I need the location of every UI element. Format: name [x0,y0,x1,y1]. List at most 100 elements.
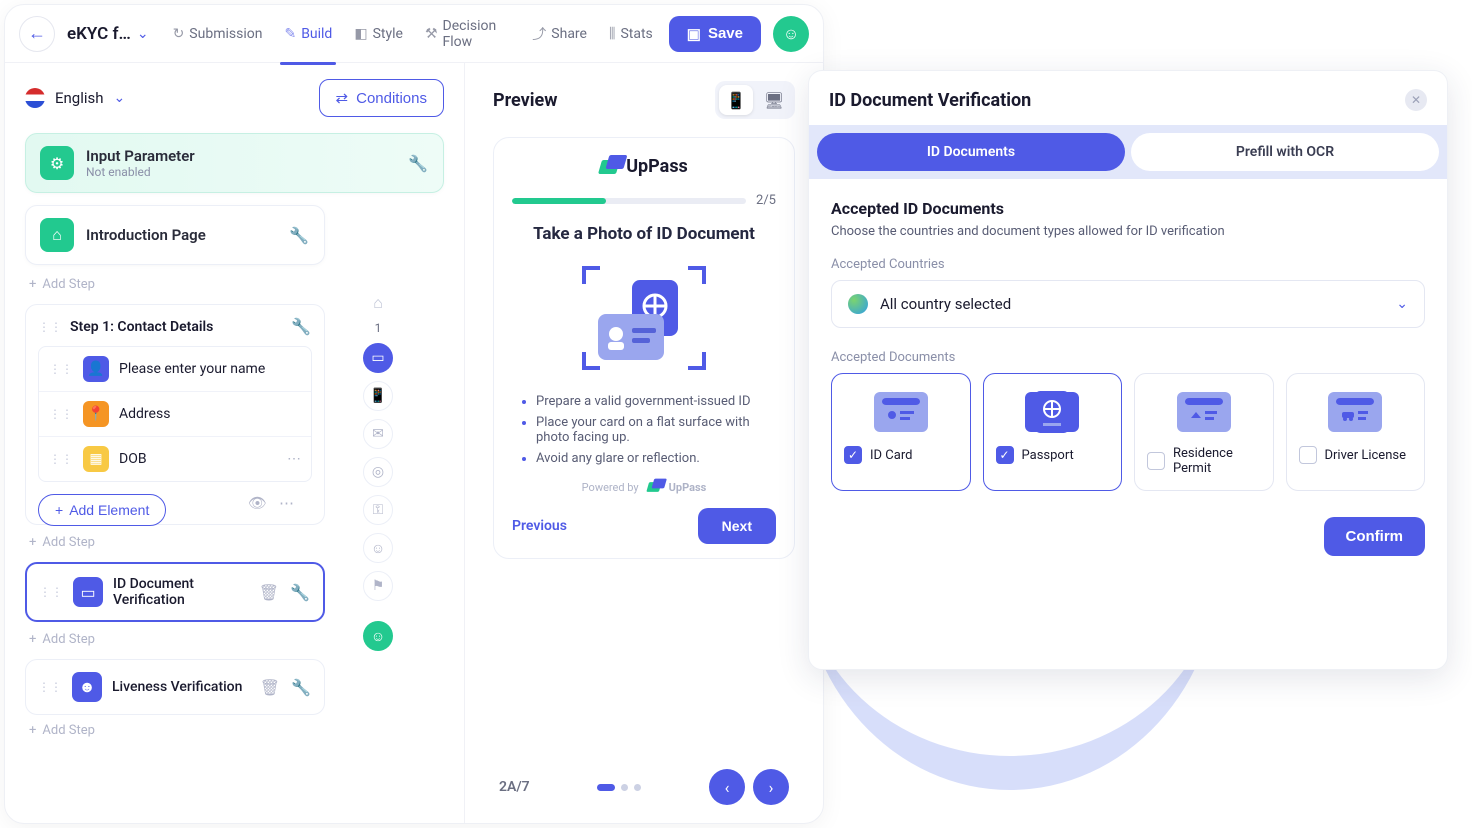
field-label: Address [119,406,170,422]
user-icon: ☺ [783,24,799,44]
add-element-label: Add Element [69,502,149,518]
field-label: DOB [119,451,147,467]
doc-row: Driver License [1299,446,1413,464]
device-mobile-button[interactable]: 📱 [719,85,753,115]
rail-dot-phone[interactable]: 📱 [363,381,393,411]
progress-fill [512,198,606,204]
checkbox[interactable]: ✓ [996,446,1014,464]
checkbox[interactable] [1147,452,1165,470]
tab-label: Stats [620,26,652,42]
rail-dot-user[interactable]: ☺ [363,533,393,563]
drag-handle-icon[interactable]: ⋮⋮ [38,320,62,334]
tab-stats[interactable]: ⫼Stats [599,20,663,48]
wrench-icon[interactable]: 🔧 [407,154,429,173]
rail-dot-card[interactable]: ▭ [363,343,393,373]
drag-handle-icon[interactable]: ⋮⋮ [49,362,73,376]
doc-driver-license[interactable]: Driver License [1286,373,1426,491]
tab-style[interactable]: ◧Style [344,20,413,48]
step-liveness-verification[interactable]: ⋮⋮ ☻ Liveness Verification 🗑 🔧 [25,659,325,715]
add-step-label: Add Step [42,277,95,292]
drag-handle-icon[interactable]: ⋮⋮ [39,585,63,599]
pager-prev-button[interactable]: ‹ [709,769,745,805]
countries-select[interactable]: All country selected ⌄ [831,280,1425,328]
wrench-icon[interactable]: 🔧 [288,226,310,245]
tab-label: Submission [189,26,262,42]
seg-id-documents[interactable]: ID Documents [817,133,1125,171]
conditions-label: Conditions [356,90,427,107]
doc-id-card[interactable]: ✓ ID Card [831,373,971,491]
rail-dot-bank[interactable]: ⚿ [363,495,393,525]
more-icon[interactable]: ⋯ [287,451,301,467]
flag-icon [25,88,45,108]
drag-handle-icon[interactable]: ⋮⋮ [49,452,73,466]
rail-dot-mail[interactable]: ✉ [363,419,393,449]
language-select[interactable]: English ⌄ [25,88,125,108]
eye-icon[interactable]: 👁 [248,494,267,512]
add-element-button[interactable]: + Add Element [38,494,166,526]
introduction-page-card[interactable]: ⌂ Introduction Page 🔧 [25,205,325,265]
step-id-document-verification[interactable]: ⋮⋮ ▭ ID Document Verification 🗑 🔧 [25,562,325,622]
pager-text: 2A/7 [499,779,530,795]
build-icon: ✎ [284,26,296,42]
field-name[interactable]: ⋮⋮ 👤 Please enter your name [39,347,311,391]
add-step-button[interactable]: +Add Step [29,723,440,738]
drag-handle-icon[interactable]: ⋮⋮ [38,680,62,694]
previous-button[interactable]: Previous [512,518,567,534]
doc-row: ✓ ID Card [844,446,958,464]
checkbox[interactable] [1299,446,1317,464]
field-address[interactable]: ⋮⋮ 📍 Address [39,391,311,436]
wrench-icon[interactable]: 🔧 [290,317,312,336]
pager-next-button[interactable]: › [753,769,789,805]
wrench-icon[interactable]: 🔧 [290,678,312,697]
doc-passport[interactable]: ✓ Passport [983,373,1123,491]
drag-handle-icon[interactable]: ⋮⋮ [49,407,73,421]
confirm-button[interactable]: Confirm [1324,517,1426,556]
home-icon[interactable]: ⌂ [373,293,383,313]
save-button[interactable]: ▣ Save [669,16,761,52]
doc-label: Residence Permit [1173,446,1261,476]
rail-dot-location[interactable]: ◎ [363,457,393,487]
plus-icon: + [29,535,36,550]
field-label: Please enter your name [119,361,265,377]
wrench-icon[interactable]: 🔧 [289,583,311,602]
checkbox[interactable]: ✓ [844,446,862,464]
chevron-down-icon: ⌄ [137,26,149,42]
device-desktop-button[interactable]: 🖥 [757,85,791,115]
chevron-down-icon: ⌄ [114,90,126,106]
field-dob[interactable]: ⋮⋮ ▦ DOB ⋯ [39,436,311,481]
add-step-button[interactable]: +Add Step [29,277,440,292]
conditions-button[interactable]: ⇄ Conditions [319,79,444,117]
rail-dot-end[interactable]: ☺ [363,621,393,651]
project-selector[interactable]: eKYC f… ⌄ [67,24,149,44]
brand-logo-icon [598,160,620,174]
phone-nav: Previous Next [512,508,776,544]
avatar-button[interactable]: ☺ [773,16,809,52]
step-contact-details[interactable]: ⋮⋮ Step 1: Contact Details 🔧 ⋮⋮ 👤 Please… [25,304,325,525]
close-button[interactable]: ✕ [1405,89,1427,111]
calendar-icon: ▦ [83,446,109,472]
doc-label: Driver License [1325,448,1406,463]
next-button[interactable]: Next [698,508,776,544]
tab-decision-flow[interactable]: ⚒Decision Flow [415,12,520,56]
step-label: ID Document Verification [113,576,249,608]
brand-name: UpPass [669,481,707,494]
trash-icon[interactable]: 🗑 [259,583,279,602]
tab-label: Decision Flow [443,18,511,50]
id-card-icon [874,392,928,432]
rail-dot-flag[interactable]: ⚑ [363,571,393,601]
tab-submission[interactable]: ↻Submission [163,20,273,48]
builder-pane: English ⌄ ⇄ Conditions ⚙ Input Parameter… [5,63,465,823]
input-parameter-card[interactable]: ⚙ Input Parameter Not enabled 🔧 [25,133,444,193]
back-button[interactable]: ← [19,16,55,52]
driver-license-icon [1328,392,1382,432]
more-icon[interactable]: ⋯ [279,494,294,512]
seg-prefill-ocr[interactable]: Prefill with OCR [1131,133,1439,171]
instruction-bullets: Prepare a valid government-issued ID Pla… [518,394,770,466]
trash-icon[interactable]: 🗑 [260,678,280,697]
dot [621,784,628,791]
brand-name: UpPass [626,156,688,177]
tab-build[interactable]: ✎Build [274,20,342,48]
tab-share[interactable]: ⤴Share [522,18,597,50]
panel-body: Accepted ID Documents Choose the countri… [809,179,1447,511]
doc-residence-permit[interactable]: Residence Permit [1134,373,1274,491]
